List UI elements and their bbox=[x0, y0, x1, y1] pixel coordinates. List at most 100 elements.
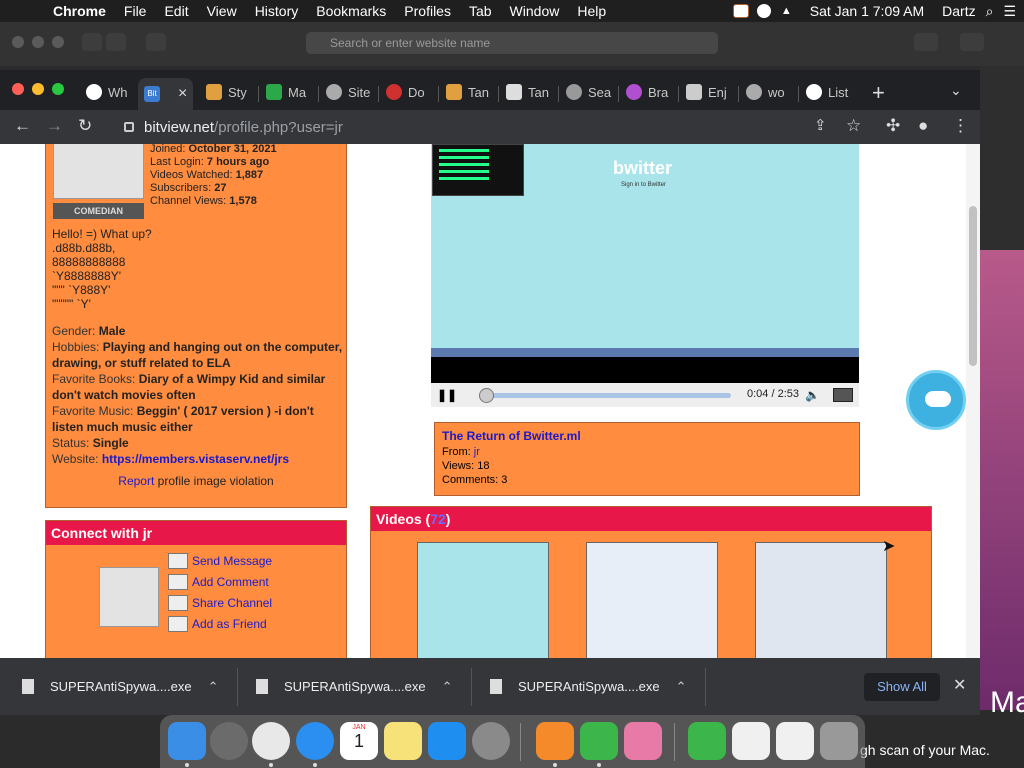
finder-icon[interactable] bbox=[168, 722, 206, 760]
safari-icon[interactable] bbox=[296, 722, 334, 760]
menu-profiles[interactable]: Profiles bbox=[395, 3, 460, 19]
volume-icon[interactable]: 🔈 bbox=[805, 388, 820, 402]
reload-icon[interactable]: ↻ bbox=[78, 116, 92, 136]
vpn-status-icon[interactable] bbox=[756, 4, 771, 18]
page-scrollbar[interactable] bbox=[966, 144, 980, 658]
download-filename: SUPERAntiSpywa....exe bbox=[284, 679, 426, 694]
tab-3[interactable]: Ma bbox=[266, 78, 306, 106]
tab-2[interactable]: Sty bbox=[206, 78, 247, 106]
profile-avatar-icon[interactable]: ● bbox=[918, 116, 928, 136]
new-tab-button[interactable]: + bbox=[872, 80, 885, 106]
chevron-up-icon[interactable]: ⌃ bbox=[442, 679, 453, 695]
tab-4[interactable]: Site bbox=[326, 78, 370, 106]
report-text: profile image violation bbox=[154, 474, 274, 488]
user-name[interactable]: Dartz bbox=[942, 3, 975, 19]
clock[interactable]: Sat Jan 1 7:09 AM bbox=[810, 3, 924, 19]
video-title[interactable]: The Return of Bwitter.ml bbox=[442, 429, 852, 443]
download-item[interactable]: SUPERAntiSpywa....exe ⌃ bbox=[256, 658, 453, 715]
system-preferences-icon[interactable] bbox=[472, 722, 510, 760]
show-all-downloads-button[interactable]: Show All bbox=[864, 673, 940, 701]
profile-avatar[interactable] bbox=[53, 144, 144, 199]
flashcards-icon[interactable] bbox=[624, 722, 662, 760]
bitview-profile-page: COMEDIAN Joined: October 31, 2021 Last L… bbox=[0, 144, 980, 658]
chrome-menu-icon[interactable]: ⋮ bbox=[952, 116, 969, 136]
add-friend-link[interactable]: Add as Friend bbox=[168, 616, 267, 632]
video-thumbnail[interactable] bbox=[417, 542, 549, 658]
connect-avatar[interactable] bbox=[99, 567, 159, 627]
tab-12[interactable]: List bbox=[806, 78, 848, 106]
calendar-icon[interactable]: JAN 1 bbox=[340, 722, 378, 760]
extensions-puzzle-icon[interactable]: ✣ bbox=[886, 116, 900, 136]
website-row: Website: https://members.vistaserv.net/j… bbox=[52, 451, 344, 467]
menu-bookmarks[interactable]: Bookmarks bbox=[307, 3, 395, 19]
menu-window[interactable]: Window bbox=[501, 3, 569, 19]
fullscreen-icon[interactable] bbox=[833, 388, 853, 402]
vpn-icon[interactable] bbox=[580, 722, 618, 760]
cloud-extension-button[interactable] bbox=[906, 370, 966, 430]
menu-tab[interactable]: Tab bbox=[460, 3, 501, 19]
tab-9[interactable]: Bra bbox=[626, 78, 668, 106]
tab-6[interactable]: Tan bbox=[446, 78, 489, 106]
antivirus-icon[interactable] bbox=[688, 722, 726, 760]
tab-11[interactable]: wo bbox=[746, 78, 785, 106]
menu-app-name[interactable]: Chrome bbox=[44, 3, 115, 19]
menu-history[interactable]: History bbox=[246, 3, 308, 19]
videos-count[interactable]: 72 bbox=[430, 511, 446, 527]
address-bar[interactable]: bitview.net/profile.php?user=jr bbox=[104, 113, 874, 141]
preview-icon[interactable] bbox=[776, 722, 814, 760]
notes-icon[interactable] bbox=[384, 722, 422, 760]
document-icon[interactable] bbox=[732, 722, 770, 760]
close-window-button[interactable] bbox=[12, 83, 24, 95]
share-icon[interactable]: ⇪ bbox=[814, 116, 827, 134]
seek-bar[interactable] bbox=[478, 388, 731, 403]
forward-arrow-icon[interactable]: → bbox=[46, 116, 63, 136]
zoom-window-button[interactable] bbox=[52, 83, 64, 95]
scrollbar-thumb[interactable] bbox=[969, 206, 977, 366]
lock-icon[interactable] bbox=[124, 122, 134, 132]
tab-8[interactable]: Sea bbox=[566, 78, 611, 106]
comedian-badge: COMEDIAN bbox=[53, 203, 144, 219]
video-thumbnail[interactable] bbox=[755, 542, 887, 658]
tab-7[interactable]: Tan bbox=[506, 78, 549, 106]
menu-view[interactable]: View bbox=[198, 3, 246, 19]
share-channel-link[interactable]: Share Channel bbox=[168, 595, 272, 611]
back-arrow-icon[interactable]: ← bbox=[14, 116, 31, 136]
bitview-favicon: Bit bbox=[144, 86, 160, 102]
chrome-icon[interactable] bbox=[252, 722, 290, 760]
seek-knob[interactable] bbox=[478, 388, 494, 403]
close-download-bar-icon[interactable]: ✕ bbox=[953, 675, 966, 695]
video-player[interactable]: bwitter Sign in to Bwitter ❚❚ 0:04 / 2:5… bbox=[431, 144, 859, 407]
tab-0[interactable]: Wh bbox=[86, 78, 128, 106]
vlc-icon[interactable] bbox=[536, 722, 574, 760]
close-tab-icon[interactable]: × bbox=[178, 85, 187, 103]
add-comment-link[interactable]: Add Comment bbox=[168, 574, 269, 590]
website-link[interactable]: https://members.vistaserv.net/jrs bbox=[102, 452, 289, 466]
app-store-icon[interactable] bbox=[428, 722, 466, 760]
tab-5[interactable]: Do bbox=[386, 78, 425, 106]
bookmark-star-icon[interactable]: ☆ bbox=[846, 116, 861, 136]
tab-search-chevron-icon[interactable]: ⌄ bbox=[950, 82, 962, 99]
tab-10[interactable]: Enj bbox=[686, 78, 727, 106]
video-thumbnail[interactable] bbox=[586, 542, 718, 658]
download-item[interactable]: SUPERAntiSpywa....exe ⌃ bbox=[22, 658, 219, 715]
pause-icon[interactable]: ❚❚ bbox=[435, 388, 459, 402]
search-icon[interactable]: ⌕ bbox=[986, 3, 994, 20]
chevron-up-icon[interactable]: ⌃ bbox=[208, 679, 219, 695]
tab-label: Tan bbox=[528, 84, 549, 100]
menu-file[interactable]: File bbox=[115, 3, 156, 19]
chevron-up-icon[interactable]: ⌃ bbox=[676, 679, 687, 695]
download-item[interactable]: SUPERAntiSpywa....exe ⌃ bbox=[490, 658, 687, 715]
trash-icon[interactable] bbox=[820, 722, 858, 760]
launchpad-icon[interactable] bbox=[210, 722, 248, 760]
minimize-window-button[interactable] bbox=[32, 83, 44, 95]
report-link[interactable]: Report bbox=[118, 474, 154, 488]
eject-icon[interactable]: ▲ bbox=[781, 5, 792, 17]
tab-favicon bbox=[266, 84, 282, 100]
menu-help[interactable]: Help bbox=[568, 3, 615, 19]
control-center-icon[interactable]: ☰ bbox=[1003, 3, 1016, 20]
send-message-link[interactable]: Send Message bbox=[168, 553, 272, 569]
tab-active-bitview[interactable]: Bit × bbox=[138, 78, 194, 110]
menu-edit[interactable]: Edit bbox=[155, 3, 197, 19]
video-author-link[interactable]: jr bbox=[474, 446, 480, 458]
notification-icon[interactable] bbox=[732, 4, 749, 18]
